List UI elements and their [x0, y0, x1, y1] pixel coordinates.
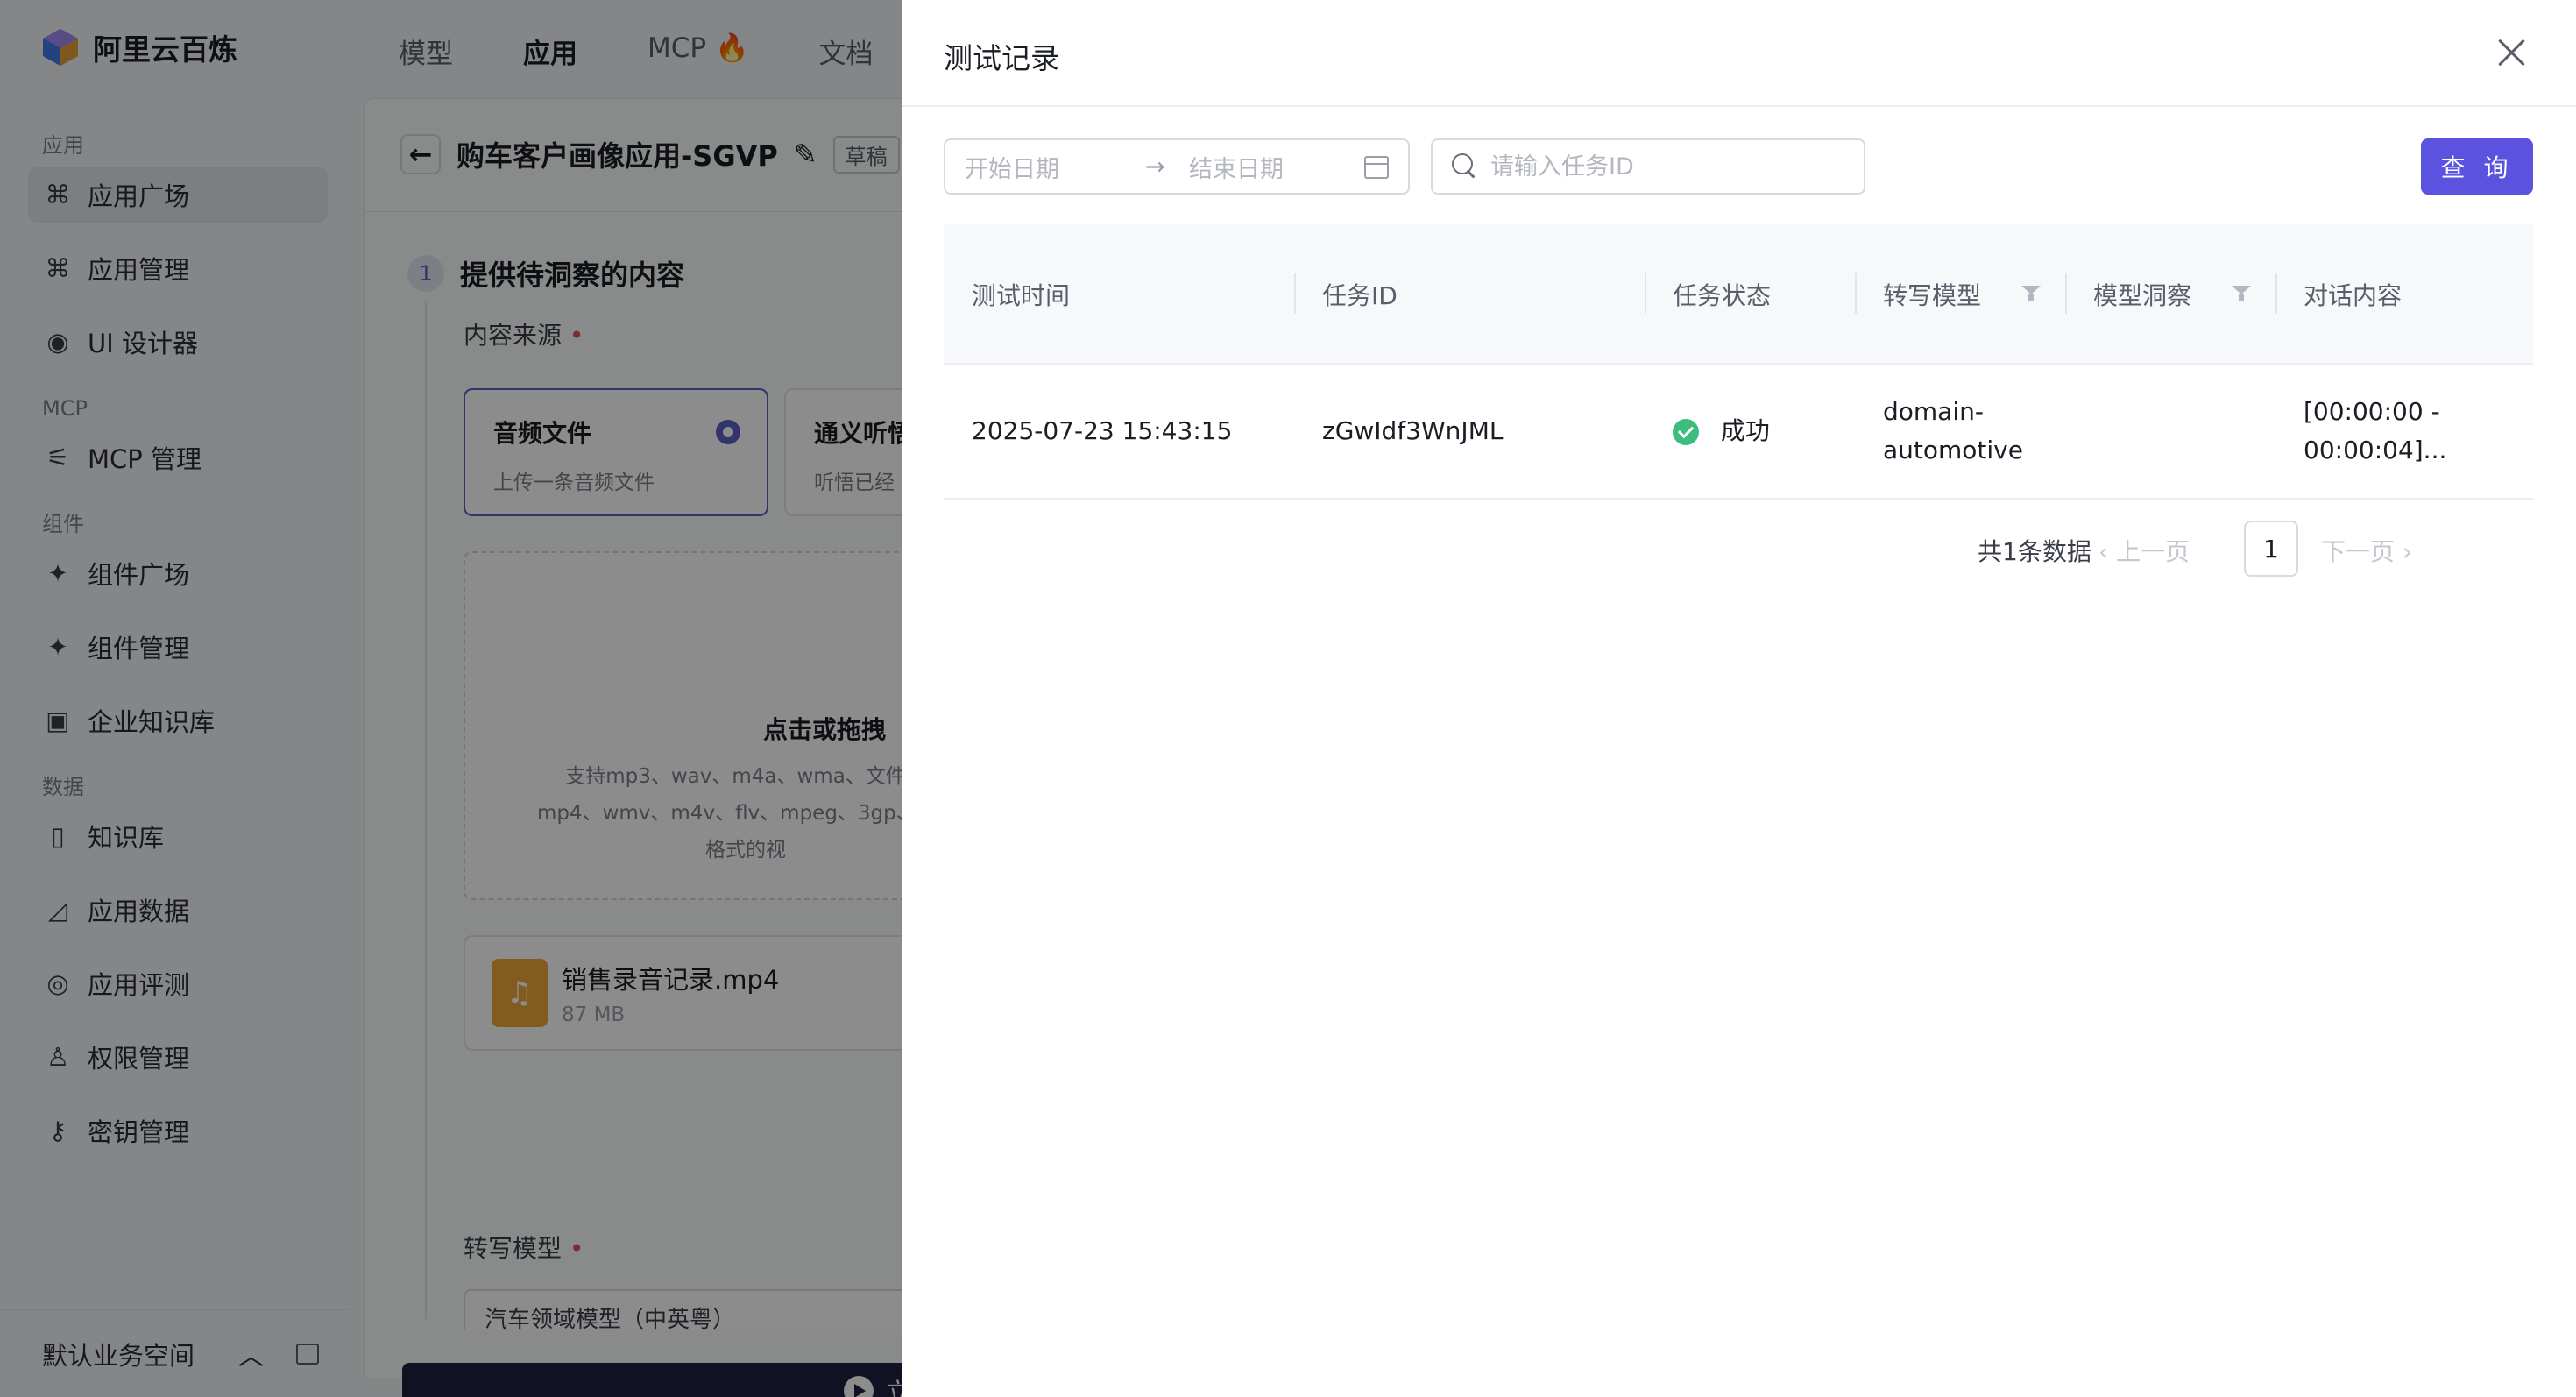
end-date-input[interactable]: 结束日期 [1189, 150, 1284, 184]
start-date-input[interactable]: 开始日期 [965, 150, 1059, 184]
column-divider [2275, 273, 2277, 314]
column-header-content: 对话内容 [2304, 281, 2403, 310]
column-divider [1294, 273, 1296, 314]
cell-time: 2025-07-23 15:43:15 [972, 416, 1233, 445]
column-divider [1645, 273, 1646, 314]
date-range-picker[interactable]: 开始日期 → 结束日期 [944, 138, 1410, 195]
search-input[interactable] [1490, 152, 1858, 181]
column-header-insight: 模型洞察 [2093, 281, 2192, 310]
drawer-title: 测试记录 [944, 41, 1059, 75]
query-button[interactable]: 查 询 [2421, 138, 2533, 195]
column-divider [2065, 273, 2067, 314]
model-line-2: automotive [1883, 436, 2023, 464]
cell-content[interactable]: [00:00:00 - 00:00:04]... [2304, 393, 2446, 470]
cell-model: domain- automotive [1883, 393, 2023, 470]
content-line-2: 00:00:04]... [2304, 436, 2447, 464]
records-table: 测试时间 任务ID 任务状态 转写模型 模型洞察 对话内容 2025-07-23… [944, 224, 2533, 500]
filter-icon[interactable] [2021, 286, 2041, 303]
task-id-search[interactable] [1431, 138, 1865, 195]
close-icon[interactable] [2495, 37, 2527, 68]
prev-page-button[interactable]: ‹ 上一页 [2098, 533, 2190, 568]
table-row[interactable]: 2025-07-23 15:43:15 zGwIdf3WnJML 成功 doma… [944, 365, 2533, 500]
test-records-drawer: 测试记录 开始日期 → 结束日期 查 询 测试时间 任务ID 任务状态 转写模型… [902, 0, 2576, 1397]
model-line-1: domain- [1883, 397, 1984, 426]
column-divider [1855, 273, 1857, 314]
arrow-right-icon: → [1145, 152, 1165, 181]
table-header: 测试时间 任务ID 任务状态 转写模型 模型洞察 对话内容 [944, 224, 2533, 365]
search-icon [1452, 153, 1478, 180]
next-page-button[interactable]: 下一页 › [2321, 533, 2412, 568]
pagination-total: 共1条数据 [1978, 537, 2091, 566]
calendar-icon [1364, 156, 1389, 179]
status-text: 成功 [1720, 416, 1770, 445]
page-number-button[interactable]: 1 [2244, 521, 2298, 577]
column-header-time: 测试时间 [972, 281, 1071, 310]
cell-status: 成功 [1673, 412, 1770, 450]
filter-icon[interactable] [2232, 286, 2251, 303]
column-header-status: 任务状态 [1673, 281, 1772, 310]
column-header-task-id: 任务ID [1322, 281, 1398, 310]
cell-task-id: zGwIdf3WnJML [1322, 416, 1504, 445]
drawer-header: 测试记录 [902, 0, 2576, 107]
content-line-1: [00:00:00 - [2304, 397, 2440, 426]
column-header-model: 转写模型 [1883, 281, 1982, 310]
success-icon [1673, 419, 1699, 445]
